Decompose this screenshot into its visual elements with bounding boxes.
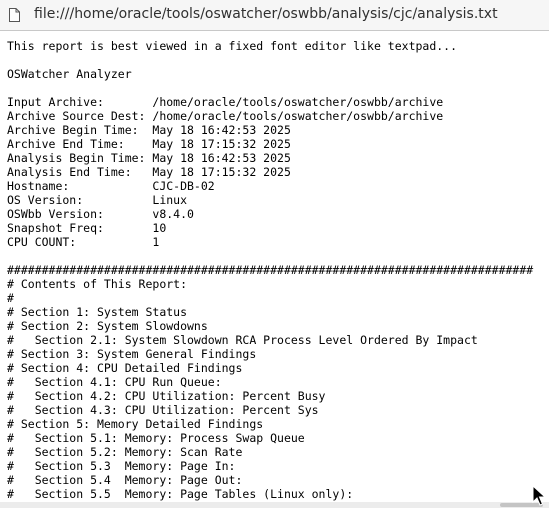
report-line (7, 53, 549, 67)
report-line: CPU COUNT: 1 (7, 235, 160, 249)
report-line: # Section 5.2: Memory: Scan Rate (7, 445, 243, 459)
report-line: Archive Source Dest: /home/oracle/tools/… (7, 109, 444, 123)
report-line: OSWatcher Analyzer (7, 67, 132, 81)
report-line: # Section 2: System Slowdowns (7, 319, 208, 333)
report-line: OS Version: Linux (7, 193, 188, 207)
report-line: # Section 5.1: Memory: Process Swap Queu… (7, 431, 305, 445)
report-line: # Contents of This Report: (7, 277, 188, 291)
mouse-cursor-icon (532, 485, 546, 506)
report-line: # Section 5.3 Memory: Page In: (7, 459, 236, 473)
url-text[interactable]: file:///home/oracle/tools/oswatcher/oswb… (34, 6, 498, 22)
report-line: # Section 5.5 Memory: Page Tables (Linux… (7, 487, 354, 501)
report-line: # Section 5.4 Memory: Page Out: (7, 473, 243, 487)
horizontal-scrollbar[interactable] (0, 502, 549, 508)
report-line: # Section 4: CPU Detailed Findings (7, 361, 243, 375)
report-line: Input Archive: /home/oracle/tools/oswatc… (7, 95, 444, 109)
report-line: This report is best viewed in a fixed fo… (7, 39, 458, 53)
report-line: # Section 4.3: CPU Utilization: Percent … (7, 403, 319, 417)
report-line: Archive End Time: May 18 17:15:32 2025 (7, 137, 291, 151)
report-line (7, 81, 549, 95)
report-line: Analysis End Time: May 18 17:15:32 2025 (7, 165, 291, 179)
report-line: Hostname: CJC-DB-02 (7, 179, 215, 193)
report-line: Analysis Begin Time: May 18 16:42:53 202… (7, 151, 291, 165)
report-line: OSWbb Version: v8.4.0 (7, 207, 194, 221)
report-line: # Section 2.1: System Slowdown RCA Proce… (7, 333, 478, 347)
report-line: # Section 4.1: CPU Run Queue: (7, 375, 222, 389)
report-line (7, 249, 549, 263)
report-line: # Section 5: Memory Detailed Findings (7, 417, 264, 431)
page-icon (9, 8, 20, 22)
report-line: # (7, 291, 14, 305)
report-line: # Section 1: System Status (7, 305, 188, 319)
address-bar[interactable]: file:///home/oracle/tools/oswatcher/oswb… (0, 0, 549, 31)
report-line: ########################################… (7, 263, 534, 277)
report-line: Archive Begin Time: May 18 16:42:53 2025 (7, 123, 291, 137)
report-text: This report is best viewed in a fixed fo… (7, 39, 549, 508)
report-line: # Section 4.2: CPU Utilization: Percent … (7, 389, 326, 403)
report-line: # Section 3: System General Findings (7, 347, 257, 361)
report-line: Snapshot Freq: 10 (7, 221, 167, 235)
